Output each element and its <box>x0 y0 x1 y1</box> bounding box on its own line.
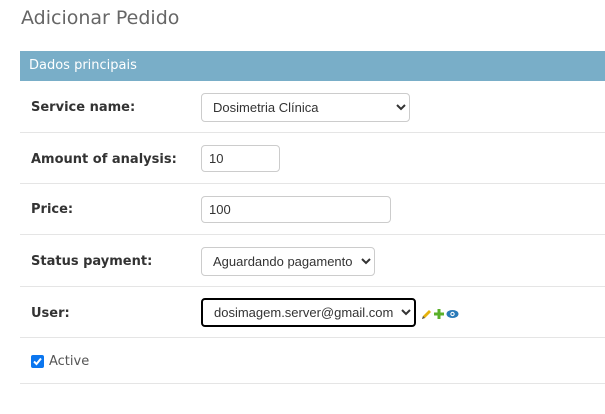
form-row-price: Price: <box>20 184 605 235</box>
user-label: User: <box>31 306 70 321</box>
service-name-label: Service name: <box>31 100 136 115</box>
status-payment-select[interactable]: Aguardando pagamento <box>201 247 375 276</box>
service-name-select[interactable]: Dosimetria Clínica <box>201 93 410 122</box>
pencil-icon[interactable] <box>420 306 432 320</box>
status-payment-label: Status payment: <box>31 254 153 269</box>
fieldset-dados-principais: Dados principais Service name: Dosimetri… <box>20 51 605 384</box>
fieldset-header: Dados principais <box>20 51 605 81</box>
form-row-amount-of-analysis: Amount of analysis: <box>20 133 605 184</box>
form-row-active: Active <box>20 338 605 384</box>
active-checkbox[interactable] <box>31 355 44 368</box>
active-checkbox-wrap: Active <box>31 354 89 369</box>
amount-of-analysis-input[interactable] <box>201 145 280 172</box>
price-label: Price: <box>31 202 74 217</box>
plus-icon[interactable] <box>433 306 445 320</box>
form-row-service-name: Service name: Dosimetria Clínica <box>20 81 605 133</box>
form-row-user: User: dosimagem.server@gmail.com <box>20 287 605 338</box>
price-input[interactable] <box>201 196 391 223</box>
active-label: Active <box>49 354 90 369</box>
form-row-status-payment: Status payment: Aguardando pagamento <box>20 235 605 287</box>
amount-of-analysis-label: Amount of analysis: <box>31 152 177 167</box>
related-widget-links <box>420 306 459 320</box>
page-title: Adicionar Pedido <box>21 7 180 29</box>
check-icon <box>33 357 42 366</box>
eye-icon[interactable] <box>446 306 459 320</box>
user-select[interactable]: dosimagem.server@gmail.com <box>201 298 416 327</box>
